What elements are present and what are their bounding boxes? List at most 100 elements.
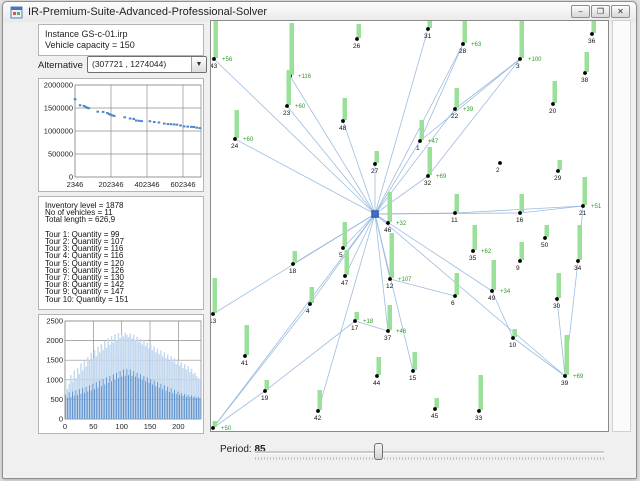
- instance-name: Instance GS-c-01.irp: [45, 29, 197, 40]
- map-node[interactable]: 31: [424, 21, 432, 40]
- chevron-down-icon[interactable]: ▼: [191, 57, 206, 72]
- svg-text:31: 31: [424, 33, 432, 40]
- svg-text:1: 1: [416, 145, 420, 152]
- map-node[interactable]: 24+60: [231, 110, 254, 150]
- svg-text:50: 50: [541, 242, 549, 249]
- svg-text:3: 3: [516, 63, 520, 70]
- svg-text:2346: 2346: [67, 180, 84, 189]
- map-node[interactable]: 22+39: [451, 88, 474, 120]
- objective-chart-panel: 0500000100000015000002000000234620234640…: [38, 78, 204, 192]
- map-node[interactable]: 6: [451, 273, 459, 307]
- solution-info-text: Inventory level = 1878 No of vehicles = …: [39, 197, 203, 308]
- svg-text:+39: +39: [463, 107, 474, 113]
- svg-text:27: 27: [371, 168, 379, 175]
- svg-text:38: 38: [581, 77, 589, 84]
- map-node[interactable]: 3+100: [516, 21, 542, 70]
- map-node[interactable]: 48: [339, 98, 347, 132]
- svg-text:23: 23: [283, 110, 291, 117]
- svg-text:2500: 2500: [46, 317, 63, 326]
- map-node[interactable]: 18: [289, 251, 297, 275]
- map-node[interactable]: 26: [353, 24, 361, 50]
- svg-text:+50: +50: [221, 426, 232, 431]
- svg-text:+116: +116: [298, 74, 312, 80]
- map-node[interactable]: 19: [261, 380, 269, 402]
- svg-text:500000: 500000: [48, 150, 73, 159]
- inventory-bar-chart: 05001000150020002500050100150200: [39, 315, 203, 433]
- svg-text:15: 15: [409, 375, 417, 382]
- map-node[interactable]: 41: [241, 325, 249, 367]
- map-node[interactable]: 29: [554, 160, 562, 182]
- map-node[interactable]: 4: [306, 287, 314, 315]
- vehicle-capacity: Vehicle capacity = 150: [45, 40, 197, 51]
- map-node[interactable]: 44: [373, 357, 381, 387]
- map-node[interactable]: 43+56: [211, 21, 233, 70]
- map-node[interactable]: 35+62: [469, 225, 492, 262]
- svg-text:1500000: 1500000: [44, 104, 73, 113]
- map-node[interactable]: 20: [549, 81, 557, 115]
- svg-text:34: 34: [574, 265, 582, 272]
- instance-info-box: Instance GS-c-01.irp Vehicle capacity = …: [38, 24, 204, 56]
- svg-text:36: 36: [588, 38, 596, 45]
- map-node[interactable]: 17+18: [351, 312, 374, 332]
- map-node[interactable]: 34: [574, 225, 582, 272]
- svg-text:4: 4: [306, 308, 310, 315]
- period-slider-track[interactable]: [255, 451, 604, 454]
- svg-text:202346: 202346: [98, 180, 123, 189]
- objective-scatter-chart: 0500000100000015000002000000234620234640…: [39, 79, 203, 191]
- svg-text:1000000: 1000000: [44, 127, 73, 136]
- svg-text:0: 0: [63, 422, 67, 431]
- map-node[interactable]: 38: [581, 52, 589, 84]
- svg-text:402346: 402346: [134, 180, 159, 189]
- svg-text:10: 10: [509, 342, 517, 349]
- map-node[interactable]: 28 +63: [459, 21, 482, 55]
- route-map-panel: 43+567+116263128+63363+1003823+604824+60…: [210, 20, 609, 432]
- depot-marker[interactable]: [372, 211, 379, 218]
- svg-text:30: 30: [553, 303, 561, 310]
- svg-text:42: 42: [314, 415, 322, 422]
- svg-text:9: 9: [516, 265, 520, 272]
- map-node[interactable]: 27: [371, 151, 379, 175]
- svg-text:12: 12: [386, 283, 394, 290]
- svg-text:+63: +63: [471, 42, 482, 48]
- svg-text:39: 39: [561, 380, 569, 387]
- svg-text:48: 48: [339, 125, 347, 132]
- map-node[interactable]: 42: [314, 390, 322, 422]
- period-slider-thumb[interactable]: [374, 443, 383, 460]
- svg-text:50: 50: [89, 422, 97, 431]
- map-node[interactable]: 30: [553, 273, 561, 310]
- minimize-button[interactable]: –: [571, 5, 590, 18]
- map-node[interactable]: 21+51: [579, 177, 602, 217]
- svg-text:+32: +32: [396, 221, 407, 227]
- svg-text:+18: +18: [363, 319, 374, 325]
- map-node[interactable]: 33: [475, 375, 483, 422]
- close-button[interactable]: ✕: [611, 5, 630, 18]
- svg-text:500: 500: [50, 395, 63, 404]
- map-node[interactable]: 12 +107: [386, 233, 412, 290]
- svg-text:+62: +62: [481, 249, 492, 255]
- svg-text:28: 28: [459, 48, 467, 55]
- map-node[interactable]: 50: [541, 225, 549, 249]
- map-node[interactable]: 2: [496, 161, 502, 174]
- map-node[interactable]: 11: [451, 194, 459, 224]
- map-node[interactable]: 45: [431, 398, 439, 420]
- maximize-button[interactable]: ❐: [591, 5, 610, 18]
- svg-text:+69: +69: [436, 174, 447, 180]
- svg-text:1500: 1500: [46, 356, 63, 365]
- map-node[interactable]: 39+69: [561, 335, 584, 387]
- map-node[interactable]: 9: [516, 242, 524, 272]
- svg-text:+34: +34: [500, 289, 511, 295]
- app-window: IR-Premium-Suite-Advanced-Professional-S…: [2, 1, 637, 479]
- map-node[interactable]: 49+34: [488, 260, 511, 302]
- svg-text:+107: +107: [398, 277, 412, 283]
- route-map-canvas[interactable]: 43+567+116263128+63363+1003823+604824+60…: [211, 21, 608, 431]
- map-node[interactable]: 15: [409, 352, 417, 382]
- svg-text:1000: 1000: [46, 375, 63, 384]
- map-node[interactable]: 16: [516, 194, 524, 224]
- map-node[interactable]: 13: [211, 278, 217, 325]
- map-node[interactable]: 40+50: [211, 421, 232, 431]
- title-bar[interactable]: IR-Premium-Suite-Advanced-Professional-S…: [3, 2, 636, 22]
- svg-text:24: 24: [231, 143, 239, 150]
- map-node[interactable]: 36: [588, 21, 596, 45]
- svg-text:2000000: 2000000: [44, 81, 73, 90]
- alternative-dropdown[interactable]: (307721 , 1274044) ▼: [87, 56, 207, 73]
